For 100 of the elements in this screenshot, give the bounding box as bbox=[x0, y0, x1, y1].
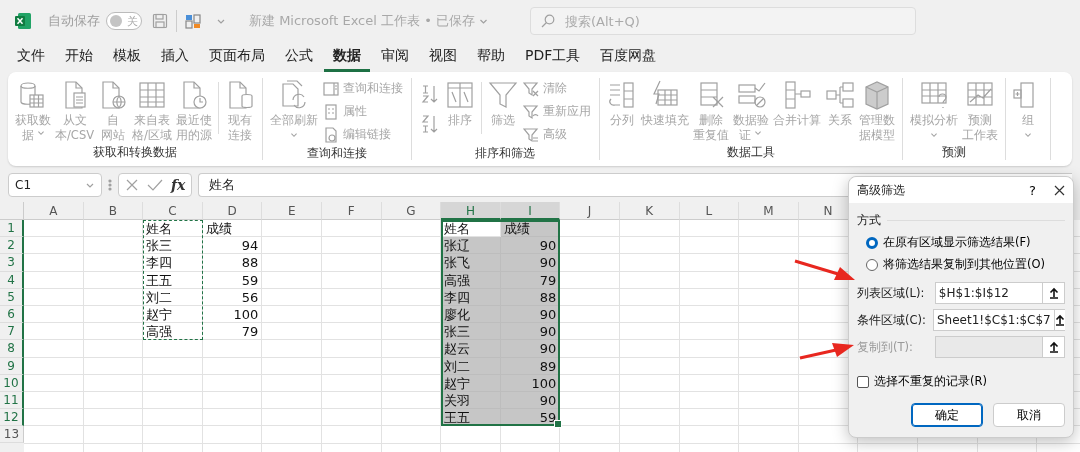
table-cell: 刘二 bbox=[143, 288, 203, 306]
table-cell: 56 bbox=[202, 288, 263, 306]
data-validation-icon bbox=[735, 80, 766, 110]
name-box[interactable]: C1 bbox=[8, 173, 102, 197]
table-cell: 张飞 bbox=[441, 254, 501, 272]
insert-function-button[interactable]: fx bbox=[171, 177, 186, 193]
cell-reference: C1 bbox=[15, 178, 31, 192]
help-button[interactable]: ? bbox=[1029, 182, 1036, 198]
chevron-icon[interactable] bbox=[478, 17, 488, 25]
menu-tab[interactable]: 模板 bbox=[104, 42, 150, 72]
sort-ascending-icon[interactable] bbox=[420, 84, 439, 104]
row-header[interactable]: 1 bbox=[0, 220, 24, 238]
dropdown-icon[interactable] bbox=[85, 181, 95, 189]
ok-button[interactable]: 确定 bbox=[911, 403, 983, 427]
range-field[interactable]: Sheet1!$C$1:$C$7 bbox=[933, 309, 1065, 331]
unique-records-checkbox[interactable]: 选择不重复的记录(R) bbox=[857, 374, 1065, 389]
column-header[interactable]: J bbox=[560, 202, 620, 220]
row-header[interactable]: 3 bbox=[0, 254, 24, 272]
upload-icon bbox=[1054, 314, 1065, 326]
menu-tab[interactable]: 百度网盘 bbox=[591, 42, 666, 72]
table-cell: 张辽 bbox=[441, 237, 501, 255]
relationships-icon bbox=[824, 80, 855, 110]
range-field[interactable]: $H$1:$I$12 bbox=[934, 282, 1065, 304]
sort-icon bbox=[444, 80, 475, 110]
column-header[interactable]: G bbox=[381, 202, 442, 220]
table-cell: 张三 bbox=[441, 323, 501, 341]
filter-icon bbox=[487, 80, 518, 110]
menu-tab[interactable]: PDF工具 bbox=[516, 42, 590, 72]
section-label: 方式 bbox=[857, 213, 881, 228]
table-cell: 90 bbox=[500, 323, 561, 341]
menu-tab[interactable]: 帮助 bbox=[468, 42, 514, 72]
group-title: 数据工具 bbox=[725, 144, 776, 160]
column-header[interactable]: M bbox=[739, 202, 799, 220]
menu-tab[interactable]: 公式 bbox=[276, 42, 322, 72]
sort-descending-icon[interactable] bbox=[420, 114, 439, 134]
row-header[interactable]: 12 bbox=[0, 409, 24, 427]
excel-logo-icon bbox=[14, 12, 32, 30]
column-header[interactable]: E bbox=[262, 202, 322, 220]
fill-handle[interactable] bbox=[554, 420, 563, 429]
what-if-icon bbox=[918, 80, 949, 110]
menu-tab[interactable]: 页面布局 bbox=[200, 42, 274, 72]
cancel-icon[interactable] bbox=[125, 178, 139, 192]
collapse-button[interactable] bbox=[1042, 337, 1064, 357]
layout-icon[interactable] bbox=[185, 13, 201, 29]
column-header[interactable]: D bbox=[202, 202, 263, 220]
menu-tab[interactable]: 审阅 bbox=[372, 42, 418, 72]
row-header[interactable]: 8 bbox=[0, 340, 24, 358]
table-cell: 张三 bbox=[143, 237, 203, 255]
cancel-button[interactable]: 取消 bbox=[993, 403, 1065, 427]
table-cell: 高强 bbox=[143, 323, 203, 341]
column-header[interactable]: K bbox=[619, 202, 680, 220]
table-cell: 59 bbox=[202, 271, 263, 289]
radio-button[interactable] bbox=[866, 258, 878, 271]
more-icon bbox=[108, 178, 112, 192]
menu-tab[interactable]: 文件 bbox=[8, 42, 54, 72]
save-icon[interactable] bbox=[152, 13, 168, 29]
search-field[interactable]: 搜索(Alt+Q) bbox=[530, 7, 916, 35]
properties-icon bbox=[322, 103, 339, 120]
document-title: 新建 Microsoft Excel 工作表 • 已保存 bbox=[249, 12, 475, 30]
menu-tab[interactable]: 开始 bbox=[56, 42, 102, 72]
close-icon[interactable] bbox=[1054, 184, 1065, 196]
radio-option[interactable]: 在原有区域显示筛选结果(F) bbox=[866, 235, 1065, 250]
dialog-title: 高级筛选 bbox=[857, 182, 906, 198]
table-cell: 88 bbox=[202, 254, 263, 272]
autosave-label: 自动保存 bbox=[48, 12, 100, 30]
column-header[interactable]: C bbox=[143, 202, 203, 220]
table-cell: 王五 bbox=[143, 271, 203, 289]
table-cell: 90 bbox=[500, 254, 561, 272]
column-header[interactable]: H bbox=[441, 202, 501, 220]
column-header[interactable]: L bbox=[679, 202, 740, 220]
column-header[interactable]: A bbox=[24, 202, 84, 220]
field-label: 复制到(T): bbox=[857, 339, 914, 355]
column-header[interactable]: B bbox=[83, 202, 144, 220]
field-label: 列表区域(L): bbox=[857, 285, 926, 301]
table-icon bbox=[137, 80, 167, 110]
table-cell: 90 bbox=[500, 340, 561, 358]
query-pane-icon bbox=[322, 80, 339, 97]
row-header[interactable]: 7 bbox=[0, 323, 24, 341]
menu-tab[interactable]: 插入 bbox=[152, 42, 198, 72]
collapse-button[interactable] bbox=[1053, 310, 1065, 330]
enter-icon[interactable] bbox=[147, 178, 163, 192]
text-to-columns-icon bbox=[606, 80, 637, 110]
select-all-button[interactable] bbox=[0, 202, 24, 220]
caret-icon[interactable] bbox=[217, 17, 225, 25]
annotation-arrow bbox=[799, 343, 854, 360]
menu-tab[interactable]: 视图 bbox=[420, 42, 466, 72]
range-field[interactable] bbox=[934, 336, 1065, 358]
column-header[interactable]: F bbox=[321, 202, 382, 220]
radio-button[interactable] bbox=[866, 236, 878, 249]
clear-filter-icon bbox=[522, 80, 539, 97]
row-header[interactable]: 2 bbox=[0, 237, 24, 255]
upload-icon bbox=[1048, 341, 1059, 353]
row-header[interactable]: 13 bbox=[0, 426, 24, 444]
table-cell: 90 bbox=[500, 237, 561, 255]
table-cell: 79 bbox=[202, 323, 263, 341]
annotation-arrow bbox=[794, 259, 855, 280]
radio-option[interactable]: 将筛选结果复制到其他位置(O) bbox=[866, 257, 1065, 272]
table-cell: 赵宁 bbox=[143, 305, 203, 324]
advanced-filter-icon bbox=[522, 126, 539, 143]
column-header[interactable]: I bbox=[500, 202, 561, 220]
